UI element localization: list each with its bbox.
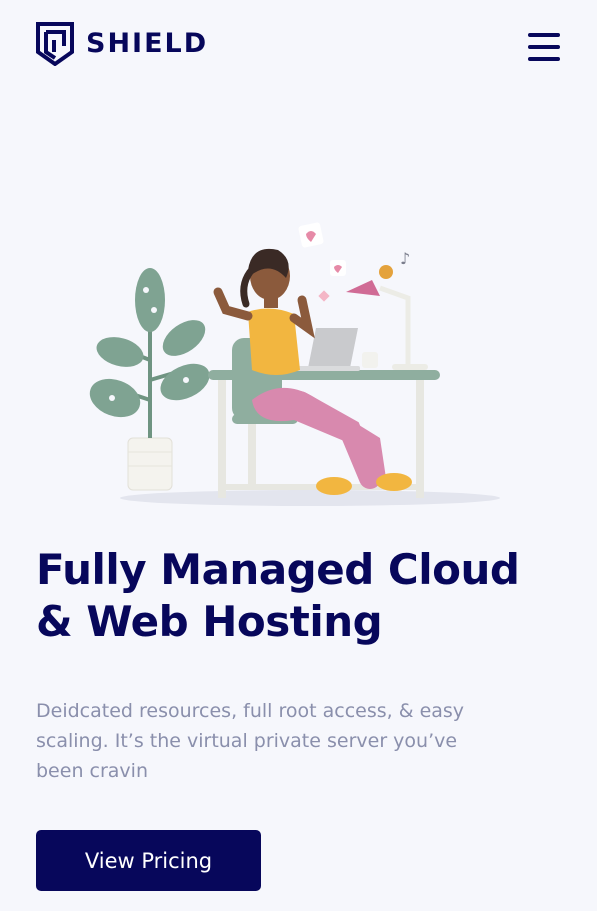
plant-illustration <box>89 268 210 491</box>
view-pricing-button[interactable]: View Pricing <box>36 830 261 891</box>
desk-lamp-illustration <box>346 265 428 370</box>
site-header: SHIELD <box>0 0 597 90</box>
brand-logo[interactable]: SHIELD <box>36 22 208 66</box>
hamburger-menu-icon[interactable] <box>526 30 562 64</box>
hero-title: Fully Managed Cloud & Web Hosting <box>36 544 576 648</box>
svg-text:♪: ♪ <box>400 249 410 268</box>
brand-name: SHIELD <box>86 28 209 59</box>
shield-logo-icon <box>36 22 74 66</box>
hero-title-line-1: Fully Managed Cloud <box>36 545 520 594</box>
hero-title-line-2: & Web Hosting <box>36 597 383 646</box>
woman-at-desk-with-laptop-illustration: ♪ <box>89 222 500 506</box>
hero-description: Deidcated resources, full root access, &… <box>36 700 465 782</box>
